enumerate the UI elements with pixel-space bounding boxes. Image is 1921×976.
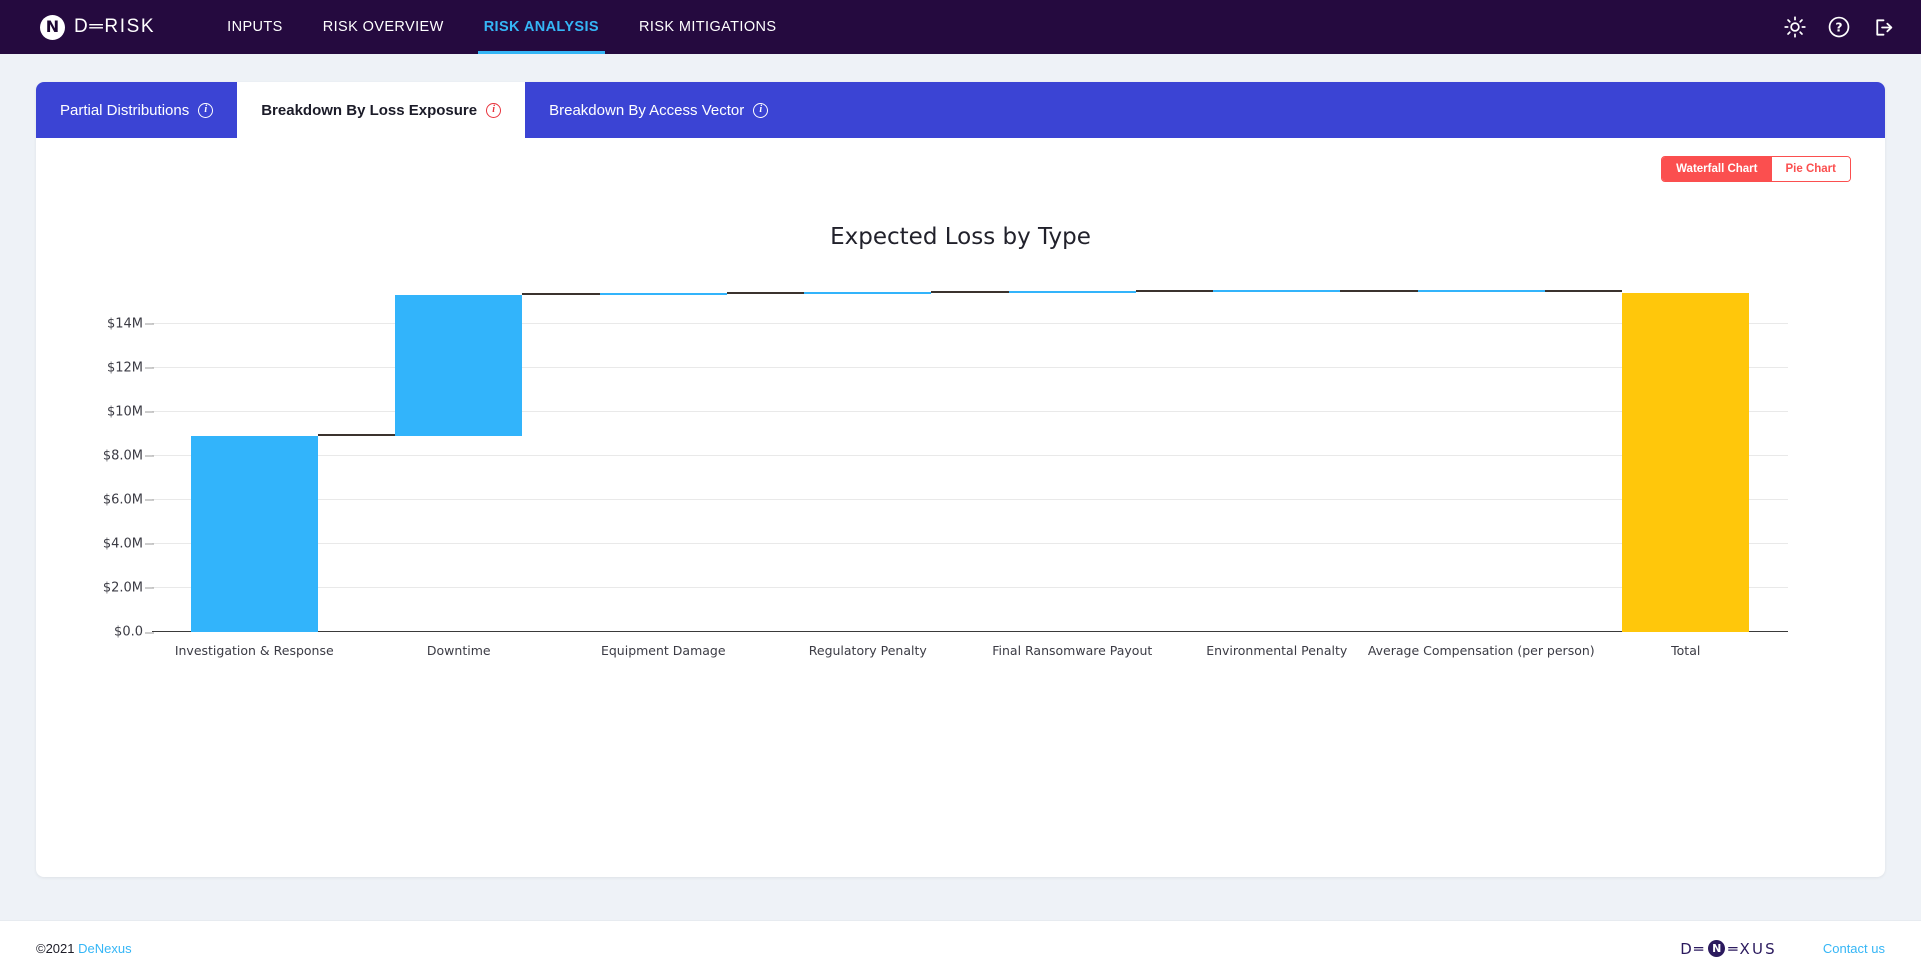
top-navigation-bar: N D═RISK INPUTS RISK OVERVIEW RISK ANALY… xyxy=(0,0,1921,54)
y-axis-tick-label: $2.0M xyxy=(103,580,143,595)
waterfall-bar[interactable] xyxy=(1622,293,1749,632)
tab-partial-distributions[interactable]: Partial Distributions i xyxy=(36,82,237,138)
waterfall-chart-button[interactable]: Waterfall Chart xyxy=(1662,157,1771,181)
x-axis-tick-label: Investigation & Response xyxy=(175,643,334,658)
gridline xyxy=(152,587,1788,588)
footer-right: D═ N ═XUS Contact us xyxy=(1680,940,1885,958)
y-axis-tick-label: $0.0 xyxy=(114,625,143,640)
waterfall-bar[interactable] xyxy=(600,293,727,295)
x-axis-tick-label: Environmental Penalty xyxy=(1206,643,1347,658)
y-axis-tick-label: $10M xyxy=(107,404,143,419)
x-axis-tick-label: Downtime xyxy=(427,643,491,658)
nav-actions: ? xyxy=(1783,15,1895,39)
x-axis-tick-label: Regulatory Penalty xyxy=(809,643,927,658)
waterfall-bar[interactable] xyxy=(1009,291,1136,293)
tab-label: Breakdown By Access Vector xyxy=(549,102,744,119)
denexus-logo-right: ═XUS xyxy=(1728,940,1777,958)
waterfall-connector xyxy=(931,291,1009,293)
primary-nav: INPUTS RISK OVERVIEW RISK ANALYSIS RISK … xyxy=(207,0,796,54)
nav-link-risk-analysis[interactable]: RISK ANALYSIS xyxy=(464,0,619,54)
analysis-card: Partial Distributions i Breakdown By Los… xyxy=(36,82,1885,877)
brand-name: D═RISK xyxy=(74,16,155,38)
y-axis-tick-label: $12M xyxy=(107,360,143,375)
nav-link-risk-overview[interactable]: RISK OVERVIEW xyxy=(303,0,464,54)
chart-title: Expected Loss by Type xyxy=(36,224,1885,250)
chart-toolbar: Waterfall Chart Pie Chart xyxy=(36,138,1885,182)
waterfall-connector xyxy=(1545,290,1623,292)
info-icon[interactable]: i xyxy=(198,103,213,118)
waterfall-connector xyxy=(522,293,600,295)
svg-text:?: ? xyxy=(1835,21,1842,35)
denexus-n-icon: N xyxy=(1708,940,1725,957)
waterfall-bar[interactable] xyxy=(395,295,522,436)
waterfall-bar[interactable] xyxy=(804,292,931,294)
y-axis-tick-label: $14M xyxy=(107,316,143,331)
tab-label: Breakdown By Loss Exposure xyxy=(261,102,477,119)
y-axis-tick-label: $8.0M xyxy=(103,448,143,463)
copyright-text: ©2021 DeNexus xyxy=(36,941,132,956)
waterfall-connector xyxy=(318,434,396,436)
help-icon[interactable]: ? xyxy=(1827,15,1851,39)
chart-type-toggle: Waterfall Chart Pie Chart xyxy=(1661,156,1851,182)
waterfall-connector xyxy=(1136,290,1214,292)
page-body: Partial Distributions i Breakdown By Los… xyxy=(0,54,1921,877)
contact-us-link[interactable]: Contact us xyxy=(1823,941,1885,956)
chart-area: $0.0 $2.0M $4.0M $6.0M $8.0M $10M $12M $14M Inve… xyxy=(82,284,1835,664)
x-axis-tick-label: Average Compensation (per person) xyxy=(1368,643,1595,658)
tab-label: Partial Distributions xyxy=(60,102,189,119)
denexus-logo: D═ N ═XUS xyxy=(1680,940,1777,958)
x-axis-tick-label: Total xyxy=(1671,643,1700,658)
denexus-logo-left: D═ xyxy=(1680,940,1705,958)
copyright-year: ©2021 xyxy=(36,941,75,956)
gridline xyxy=(152,499,1788,500)
gridline xyxy=(152,543,1788,544)
derisk-logo-icon: N xyxy=(40,15,65,40)
brightness-icon[interactable] xyxy=(1783,15,1807,39)
waterfall-connector xyxy=(727,292,805,294)
nav-link-risk-mitigations[interactable]: RISK MITIGATIONS xyxy=(619,0,796,54)
x-axis-tick-label: Equipment Damage xyxy=(601,643,726,658)
tab-breakdown-by-loss-exposure[interactable]: Breakdown By Loss Exposure i xyxy=(237,82,525,138)
waterfall-connector xyxy=(1340,290,1418,292)
y-axis-tick-label: $6.0M xyxy=(103,492,143,507)
waterfall-bar[interactable] xyxy=(1418,290,1545,292)
waterfall-bar[interactable] xyxy=(1213,290,1340,292)
gridline xyxy=(152,455,1788,456)
company-link[interactable]: DeNexus xyxy=(78,941,131,956)
tab-bar: Partial Distributions i Breakdown By Los… xyxy=(36,82,1885,138)
waterfall-plot: $0.0$2.0M$4.0M$6.0M$8.0M$10M$12M$14MInve… xyxy=(152,284,1788,632)
x-axis-tick-label: Final Ransomware Payout xyxy=(992,643,1152,658)
y-axis-tick-label: $4.0M xyxy=(103,536,143,551)
waterfall-bar[interactable] xyxy=(191,436,318,632)
nav-link-inputs[interactable]: INPUTS xyxy=(207,0,303,54)
brand-logo[interactable]: N D═RISK xyxy=(40,15,155,40)
pie-chart-button[interactable]: Pie Chart xyxy=(1772,157,1851,181)
tab-breakdown-by-access-vector[interactable]: Breakdown By Access Vector i xyxy=(525,82,792,138)
x-axis-line xyxy=(152,631,1788,632)
info-icon[interactable]: i xyxy=(486,103,501,118)
logout-icon[interactable] xyxy=(1871,15,1895,39)
page-footer: ©2021 DeNexus D═ N ═XUS Contact us xyxy=(0,920,1921,976)
info-icon[interactable]: i xyxy=(753,103,768,118)
